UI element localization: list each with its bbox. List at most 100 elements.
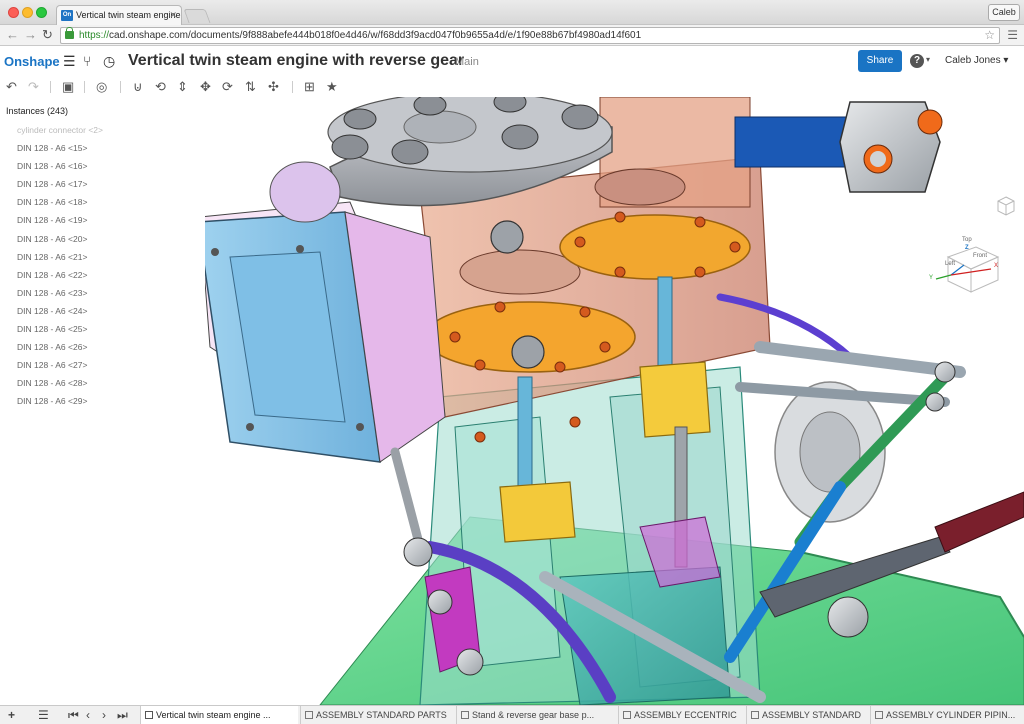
- assembly-icon: [751, 711, 759, 719]
- crosshead-left[interactable]: [499, 481, 576, 543]
- browser-menu-icon[interactable]: ☰: [1007, 28, 1018, 42]
- add-tab-icon[interactable]: +: [8, 707, 15, 723]
- list-item[interactable]: DIN 128 - A6 <25>: [17, 324, 103, 342]
- list-item[interactable]: DIN 128 - A6 <28>: [17, 378, 103, 396]
- tab-vertical-twin-steam-engine[interactable]: Vertical twin steam engine ...: [140, 706, 298, 724]
- onshape-logo[interactable]: Onshape: [4, 54, 60, 69]
- view-cube-home-icon[interactable]: [996, 195, 1016, 217]
- piston-rod-left[interactable]: [517, 376, 533, 488]
- back-arrow-icon[interactable]: ←: [6, 28, 19, 42]
- cylinder-flange-right[interactable]: [559, 214, 751, 280]
- planar-mate-icon[interactable]: ✥: [200, 79, 211, 95]
- help-icon[interactable]: ?: [910, 54, 924, 68]
- mate-connector-icon[interactable]: ◎: [96, 79, 107, 95]
- tab-assembly-cylinder-piping[interactable]: ASSEMBLY CYLINDER PIPIN...: [870, 706, 1024, 724]
- list-item[interactable]: DIN 128 - A6 <21>: [17, 252, 103, 270]
- tab-label: ASSEMBLY STANDARD PARTS: [316, 710, 447, 720]
- window-close-button[interactable]: [8, 7, 19, 18]
- new-tab-button[interactable]: [183, 9, 211, 23]
- part-studio-icon: [461, 711, 469, 719]
- bookmark-star-icon[interactable]: ☆: [984, 28, 995, 43]
- list-item[interactable]: DIN 128 - A6 <16>: [17, 161, 103, 179]
- list-item[interactable]: DIN 128 - A6 <20>: [17, 234, 103, 252]
- list-item[interactable]: DIN 128 - A6 <23>: [17, 288, 103, 306]
- document-title[interactable]: Vertical twin steam engine with reverse …: [128, 52, 464, 70]
- crosshead-right[interactable]: [639, 361, 711, 438]
- valve-body[interactable]: [734, 116, 856, 168]
- pin-slot-mate-icon[interactable]: ⇅: [245, 79, 256, 95]
- last-tab-icon[interactable]: ⏭: [117, 707, 128, 723]
- redo-icon[interactable]: ↷: [28, 79, 39, 95]
- axis-z-label: Z: [965, 245, 969, 251]
- list-item[interactable]: DIN 128 - A6 <22>: [17, 270, 103, 288]
- eccentric-rod-upper[interactable]: [754, 341, 966, 378]
- list-item[interactable]: DIN 128 - A6 <18>: [17, 197, 103, 215]
- hamburger-menu-icon[interactable]: ☰: [63, 53, 76, 70]
- orange-cap[interactable]: [917, 109, 943, 135]
- tab-label: ASSEMBLY ECCENTRIC: [634, 710, 737, 720]
- fastened-mate-icon[interactable]: ⊍: [133, 79, 143, 95]
- next-tab-icon[interactable]: ›: [102, 707, 106, 723]
- list-item[interactable]: cylinder connector <2>: [17, 125, 103, 143]
- slider-mate-icon[interactable]: ⇕: [177, 79, 188, 95]
- lubricator-dome[interactable]: [269, 161, 341, 223]
- user-name: Caleb Jones: [945, 55, 1001, 66]
- view-front-label[interactable]: Front: [973, 253, 987, 259]
- history-clock-icon[interactable]: ◷: [103, 53, 115, 70]
- first-tab-icon[interactable]: ⏮: [68, 707, 79, 723]
- undo-icon[interactable]: ↶: [6, 79, 17, 95]
- list-item[interactable]: DIN 128 - A6 <19>: [17, 215, 103, 233]
- instances-header[interactable]: Instances (243): [6, 106, 68, 116]
- tab-label: ASSEMBLY CYLINDER PIPIN...: [886, 710, 1016, 720]
- hex-nut-bore-inner: [870, 151, 886, 167]
- tab-label: ASSEMBLY STANDARD: [762, 710, 862, 720]
- list-item[interactable]: DIN 128 - A6 <17>: [17, 179, 103, 197]
- tab-assembly-standard-parts[interactable]: ASSEMBLY STANDARD PARTS: [300, 706, 454, 724]
- animate-icon[interactable]: ★: [326, 79, 338, 95]
- insert-part-icon[interactable]: ▣: [62, 79, 74, 95]
- window-maximize-button[interactable]: [36, 7, 47, 18]
- share-button[interactable]: Share: [858, 50, 902, 72]
- piston-left[interactable]: [459, 249, 581, 295]
- valve-rod-left[interactable]: [390, 447, 425, 552]
- list-item[interactable]: DIN 128 - A6 <15>: [17, 143, 103, 161]
- group-icon[interactable]: ⊞: [304, 79, 315, 95]
- version-graph-icon[interactable]: ⑂: [83, 53, 91, 69]
- cylindrical-mate-icon[interactable]: ⟳: [222, 79, 233, 95]
- revolute-mate-icon[interactable]: ⟲: [155, 79, 166, 95]
- profile-button[interactable]: Caleb: [988, 4, 1020, 21]
- tab-assembly-standard[interactable]: ASSEMBLY STANDARD: [746, 706, 868, 724]
- help-caret-icon[interactable]: ▾: [926, 55, 930, 64]
- tab-close-icon[interactable]: ✕: [169, 6, 177, 25]
- view-cube[interactable]: Top Left Front Z Y X: [926, 237, 1002, 295]
- app-header: Onshape ☰ ⑂ ◷ Vertical twin steam engine…: [0, 47, 1024, 77]
- axis-y-label: Y: [929, 275, 934, 281]
- url-path: cad.onshape.com/documents/9f888abefe444b…: [109, 30, 642, 41]
- prev-tab-icon[interactable]: ‹: [86, 707, 90, 723]
- reload-icon[interactable]: ↻: [42, 28, 53, 42]
- forward-arrow-icon[interactable]: →: [24, 28, 37, 42]
- tab-assembly-eccentric[interactable]: ASSEMBLY ECCENTRIC: [618, 706, 744, 724]
- workspace-branch[interactable]: Main: [455, 56, 479, 68]
- reverse-lever-grip[interactable]: [934, 491, 1024, 553]
- user-menu[interactable]: Caleb Jones ▾: [945, 55, 1008, 66]
- onshape-favicon-icon: On: [61, 10, 73, 21]
- tab-stand-reverse-gear[interactable]: Stand & reverse gear base p...: [456, 706, 616, 724]
- assembly-icon: [623, 711, 631, 719]
- assembly-toolbar: ↶ ↷ ▣ ◎ ⊍ ⟲ ⇕ ✥ ⟳ ⇅ ✣ ⊞ ★: [0, 77, 1024, 97]
- browser-tab[interactable]: On Vertical twin steam engine ✕: [56, 5, 182, 26]
- tab-list-icon[interactable]: ☰: [38, 707, 49, 723]
- view-left-label[interactable]: Left: [945, 261, 955, 267]
- list-item[interactable]: DIN 128 - A6 <26>: [17, 342, 103, 360]
- ball-mate-icon[interactable]: ✣: [268, 79, 279, 95]
- view-top-label[interactable]: Top: [962, 237, 972, 243]
- list-item[interactable]: DIN 128 - A6 <24>: [17, 306, 103, 324]
- piston-right[interactable]: [594, 168, 686, 206]
- list-item[interactable]: DIN 128 - A6 <29>: [17, 396, 103, 414]
- url-input[interactable]: https://cad.onshape.com/documents/9f888a…: [60, 27, 1000, 44]
- list-item[interactable]: DIN 128 - A6 <27>: [17, 360, 103, 378]
- axis-x-label: X: [994, 263, 999, 269]
- window-minimize-button[interactable]: [22, 7, 33, 18]
- instance-list-panel: Instances (243) cylinder connector <2> D…: [0, 99, 205, 705]
- url-scheme: https://: [79, 30, 110, 41]
